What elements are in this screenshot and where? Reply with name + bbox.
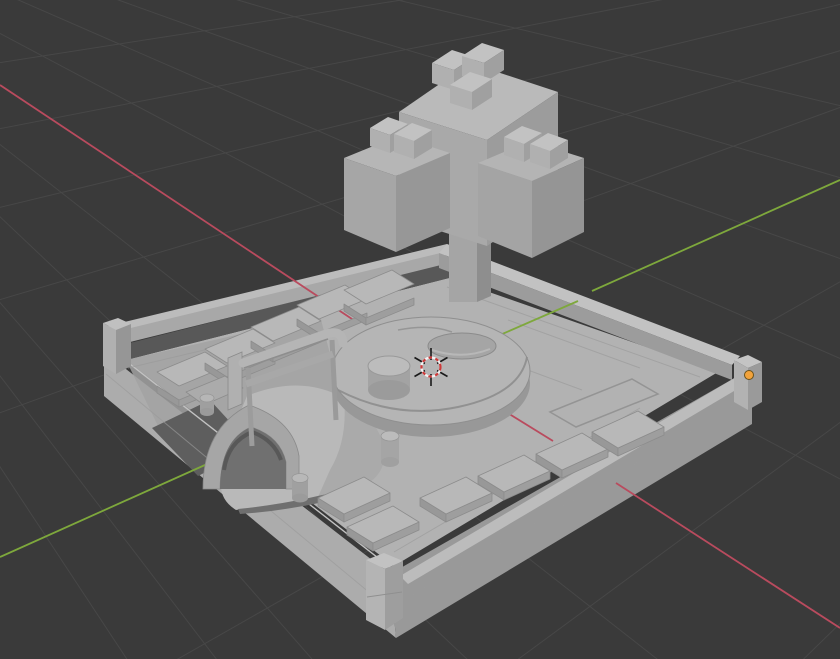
post-right-face[interactable]	[385, 561, 403, 630]
corner-fence-post-front[interactable]	[366, 553, 403, 630]
disc-top-face[interactable]	[332, 317, 530, 425]
pillar-base	[200, 408, 214, 416]
cylinder-top[interactable]	[368, 356, 410, 376]
blender-viewport[interactable]	[0, 0, 840, 659]
pillar-base	[381, 457, 399, 467]
stone-pillar-small[interactable]	[381, 431, 399, 467]
pillar-top[interactable]	[292, 474, 308, 483]
pillar-top[interactable]	[381, 431, 399, 441]
corner-fence-post-right[interactable]	[734, 355, 762, 410]
cylinder-base	[368, 380, 410, 400]
stone-pillar-small[interactable]	[200, 394, 214, 416]
pillar-base	[292, 494, 308, 503]
viewport-canvas[interactable]	[0, 0, 840, 659]
yinyang-cylinder[interactable]	[368, 356, 410, 400]
corner-fence-post-left[interactable]	[103, 318, 131, 374]
post-right-face[interactable]	[748, 362, 762, 410]
stone-pillar-small[interactable]	[292, 474, 308, 503]
post-left-face[interactable]	[734, 360, 748, 410]
pillar-top[interactable]	[200, 394, 214, 402]
post-right-face[interactable]	[116, 324, 131, 374]
post-left-face[interactable]	[103, 323, 116, 374]
object-origin-dot[interactable]	[745, 371, 754, 380]
canopy-cube-left[interactable]	[344, 136, 450, 252]
